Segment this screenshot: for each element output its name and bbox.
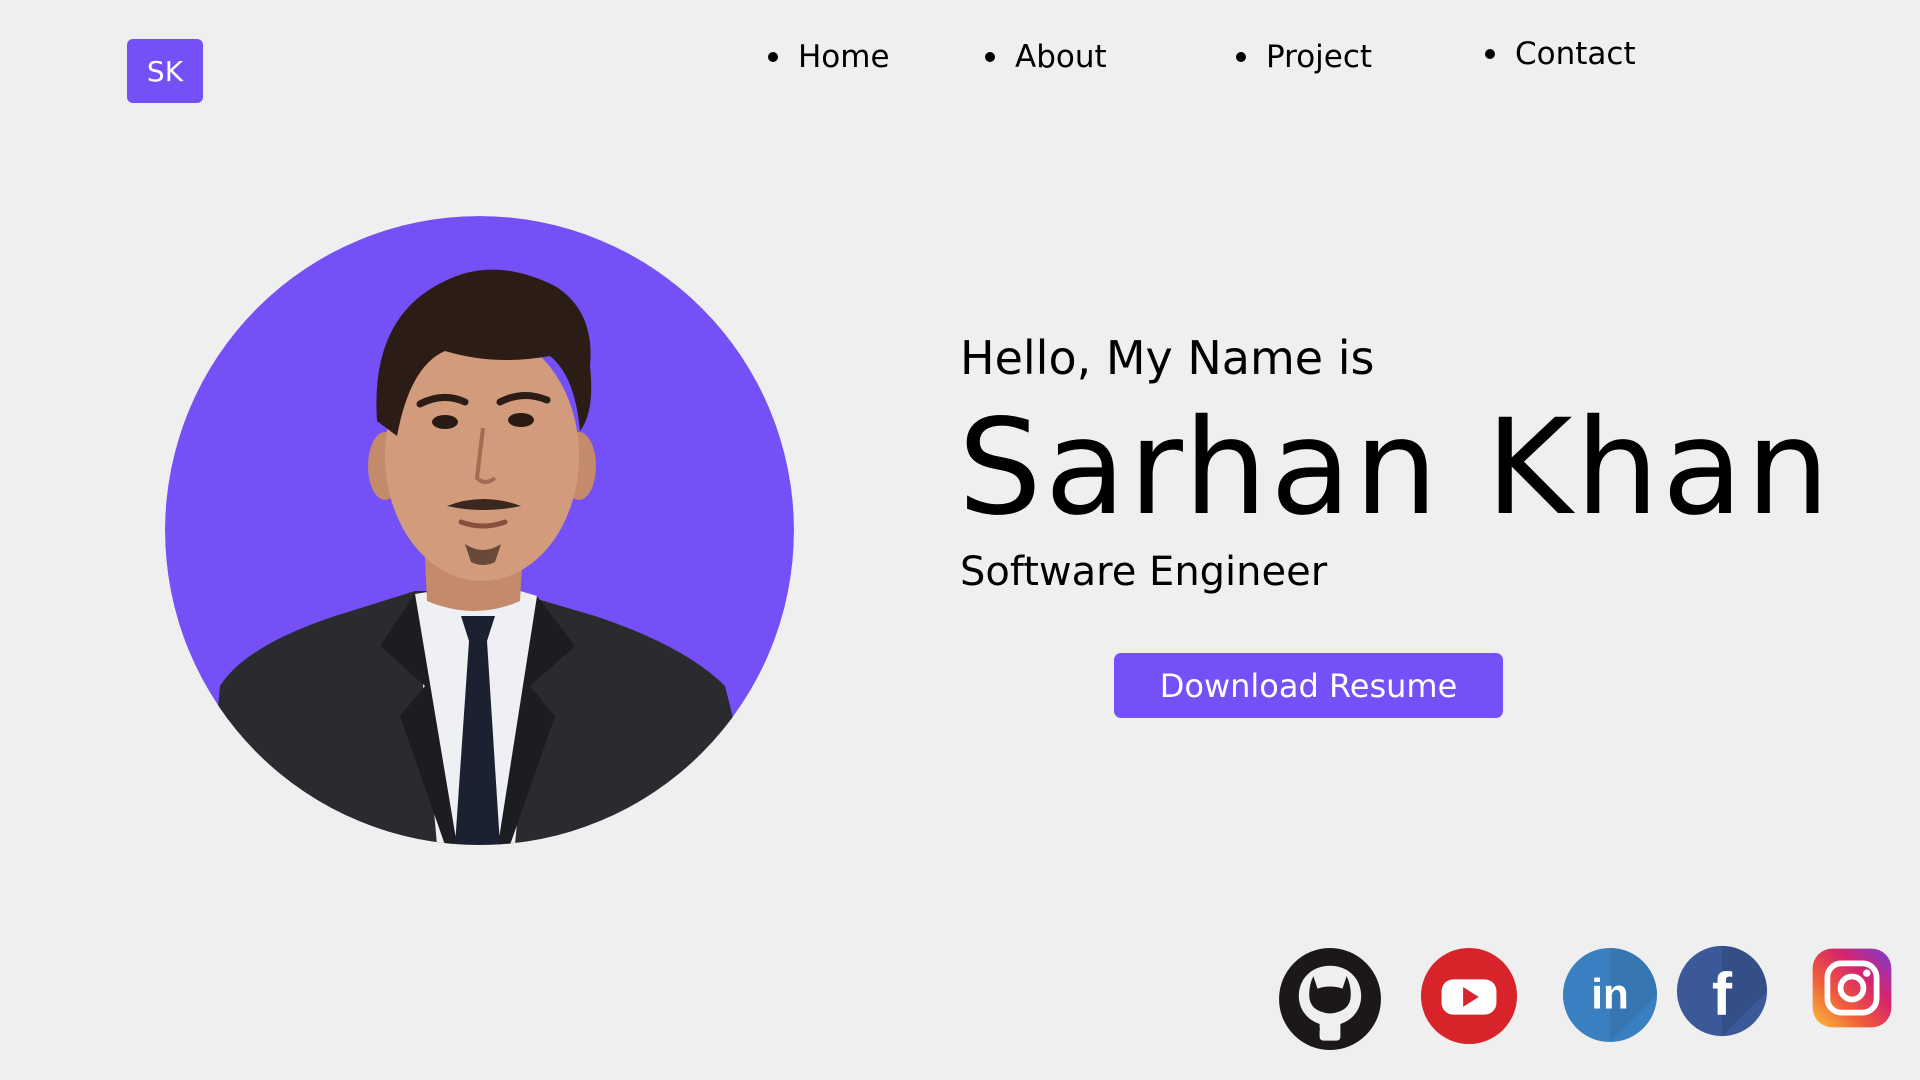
youtube-icon[interactable] <box>1420 947 1518 1045</box>
profile-photo <box>165 216 794 845</box>
github-icon[interactable] <box>1278 947 1382 1051</box>
nav-item-project[interactable]: Project <box>1236 37 1372 77</box>
nav-label: Contact <box>1515 36 1636 72</box>
bullet-icon <box>985 52 995 62</box>
hero-role: Software Engineer <box>960 549 1328 595</box>
linkedin-icon[interactable]: in <box>1562 947 1658 1043</box>
bullet-icon <box>1485 49 1495 59</box>
facebook-icon[interactable]: f <box>1676 945 1768 1037</box>
svg-text:in: in <box>1591 970 1629 1017</box>
download-resume-button[interactable]: Download Resume <box>1114 653 1503 718</box>
logo-text: SK <box>146 54 184 88</box>
bullet-icon <box>1236 52 1246 62</box>
site-logo[interactable]: SK <box>127 39 203 103</box>
nav-label: Project <box>1266 39 1373 75</box>
nav-label: Home <box>798 39 890 75</box>
nav-item-contact[interactable]: Contact <box>1485 34 1636 74</box>
nav-label: About <box>1015 39 1107 75</box>
nav-item-home[interactable]: Home <box>768 37 890 77</box>
bullet-icon <box>768 52 778 62</box>
portfolio-page: SK Home About Project Contact Hello, My … <box>0 0 1920 1080</box>
svg-text:f: f <box>1712 960 1733 1028</box>
hero-greeting: Hello, My Name is <box>960 331 1375 385</box>
download-resume-label: Download Resume <box>1159 666 1458 705</box>
nav-item-about[interactable]: About <box>985 37 1107 77</box>
hero-name: Sarhan Khan <box>958 391 1833 545</box>
instagram-icon[interactable] <box>1811 947 1893 1029</box>
